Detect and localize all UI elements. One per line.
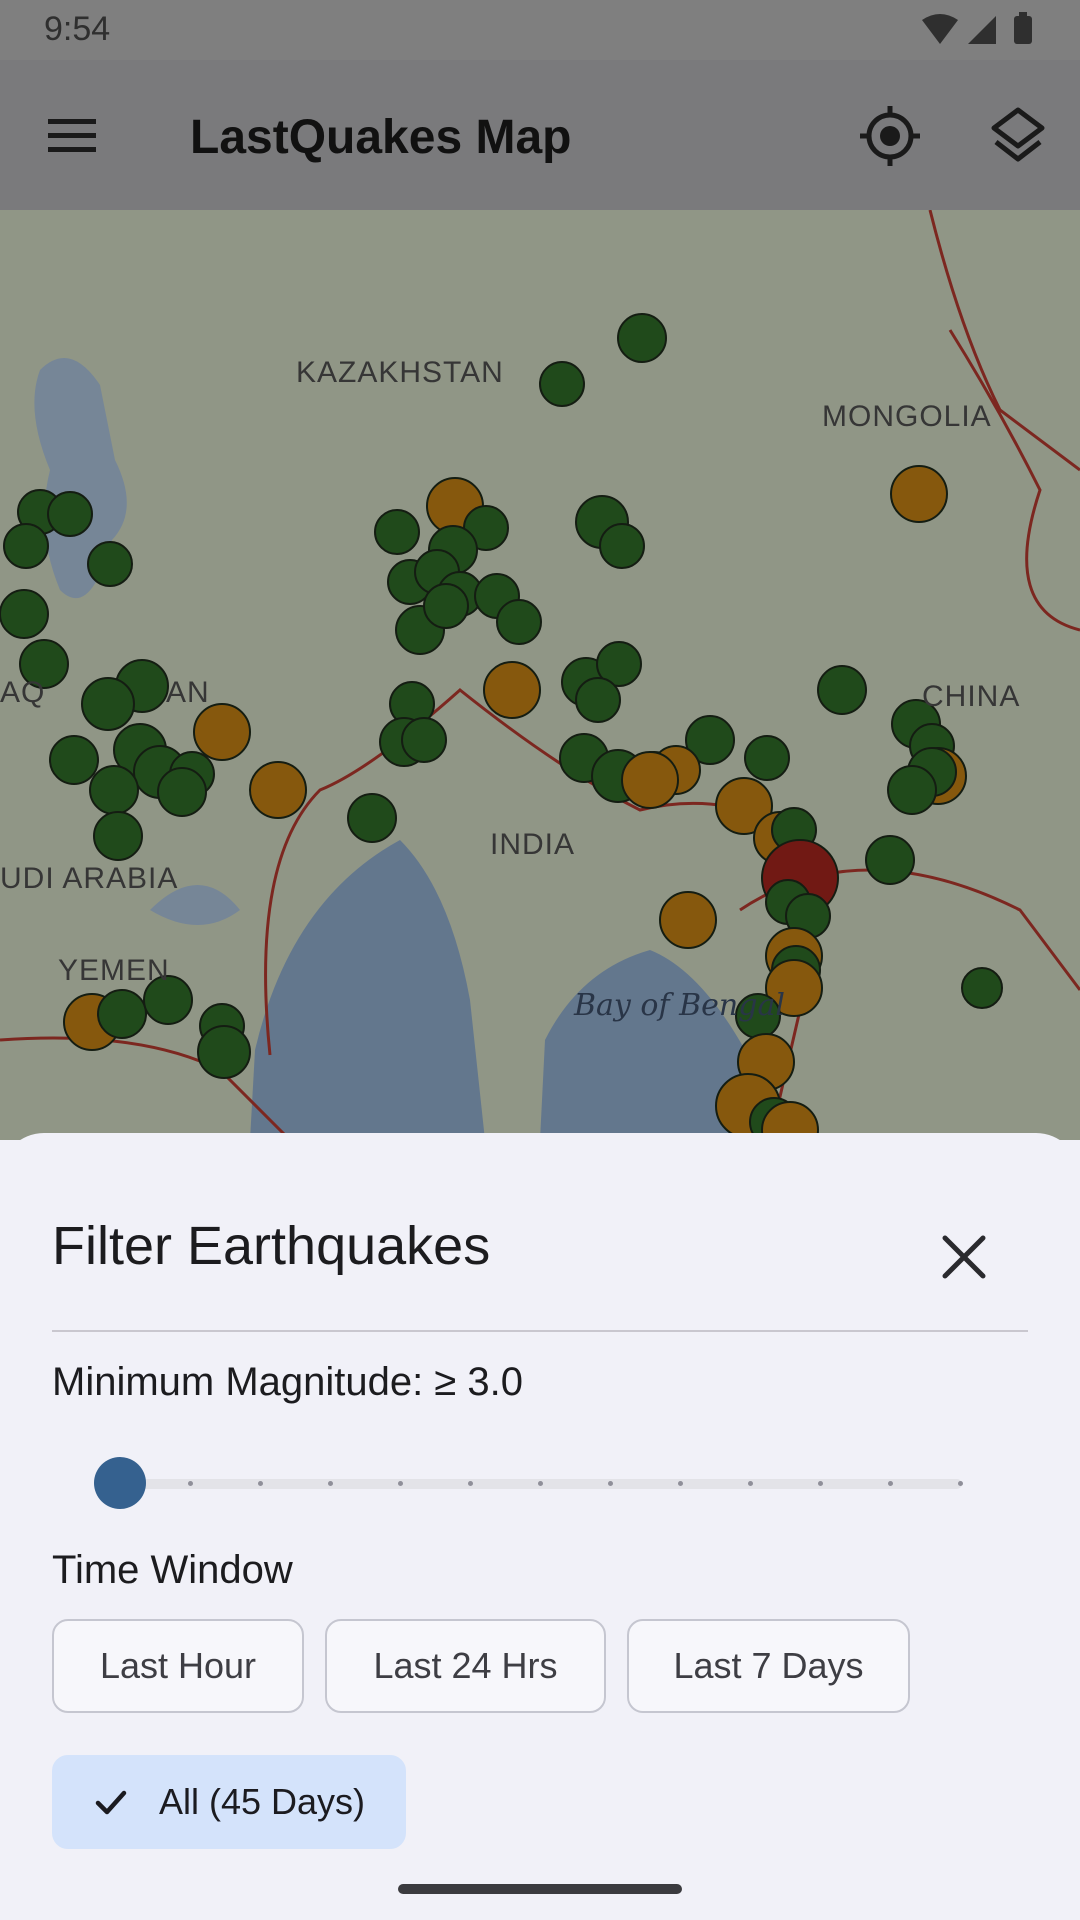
- slider-tick: [398, 1481, 403, 1486]
- slider-tick: [608, 1481, 613, 1486]
- slider-thumb[interactable]: [94, 1457, 146, 1509]
- battery-icon: [1014, 16, 1032, 44]
- earthquake-map[interactable]: KAZAKHSTAN MONGOLIA CHINA INDIA UDI ARAB…: [0, 210, 1080, 1140]
- status-icons: [920, 12, 1040, 53]
- slider-tick: [888, 1481, 893, 1486]
- slider-tick: [678, 1481, 683, 1486]
- slider-tick: [748, 1481, 753, 1486]
- chip-last-24-hrs[interactable]: Last 24 Hrs: [325, 1619, 606, 1713]
- layers-icon[interactable]: [988, 104, 1048, 168]
- sheet-title: Filter Earthquakes: [52, 1216, 491, 1276]
- cell-signal-icon: [968, 16, 996, 44]
- home-indicator[interactable]: [398, 1884, 682, 1894]
- filter-bottom-sheet: Filter Earthquakes Minimum Magnitude: ≥ …: [0, 1133, 1080, 1920]
- chip-label: Last 24 Hrs: [373, 1645, 558, 1686]
- chip-label: Last Hour: [99, 1645, 257, 1686]
- slider-tick: [818, 1481, 823, 1486]
- close-icon[interactable]: [935, 1228, 993, 1286]
- slider-tick: [958, 1481, 963, 1486]
- app-bar: LastQuakes Map: [0, 60, 1080, 210]
- chip-label: All (45 Days): [158, 1781, 366, 1822]
- status-bar: 9:54: [0, 0, 1080, 60]
- slider-tick: [328, 1481, 333, 1486]
- chip-last-7-days[interactable]: Last 7 Days: [627, 1619, 910, 1713]
- my-location-icon[interactable]: [858, 104, 922, 168]
- slider-tick: [188, 1481, 193, 1486]
- chip-all-45-days[interactable]: All (45 Days): [52, 1755, 406, 1849]
- modal-scrim[interactable]: [0, 210, 1080, 1140]
- divider: [52, 1330, 1028, 1332]
- chip-last-hour[interactable]: Last Hour: [52, 1619, 304, 1713]
- wifi-icon: [922, 14, 958, 44]
- hamburger-menu-icon[interactable]: [46, 115, 98, 155]
- check-icon: [95, 1790, 127, 1815]
- slider-tick: [258, 1481, 263, 1486]
- app-title: LastQuakes Map: [190, 111, 572, 164]
- slider-tick: [538, 1481, 543, 1486]
- status-time: 9:54: [44, 10, 111, 48]
- time-window-label: Time Window: [52, 1548, 293, 1592]
- magnitude-slider[interactable]: [92, 1445, 972, 1525]
- slider-tick: [468, 1481, 473, 1486]
- chip-label: Last 7 Days: [673, 1645, 864, 1686]
- minimum-magnitude-label: Minimum Magnitude: ≥ 3.0: [52, 1360, 524, 1404]
